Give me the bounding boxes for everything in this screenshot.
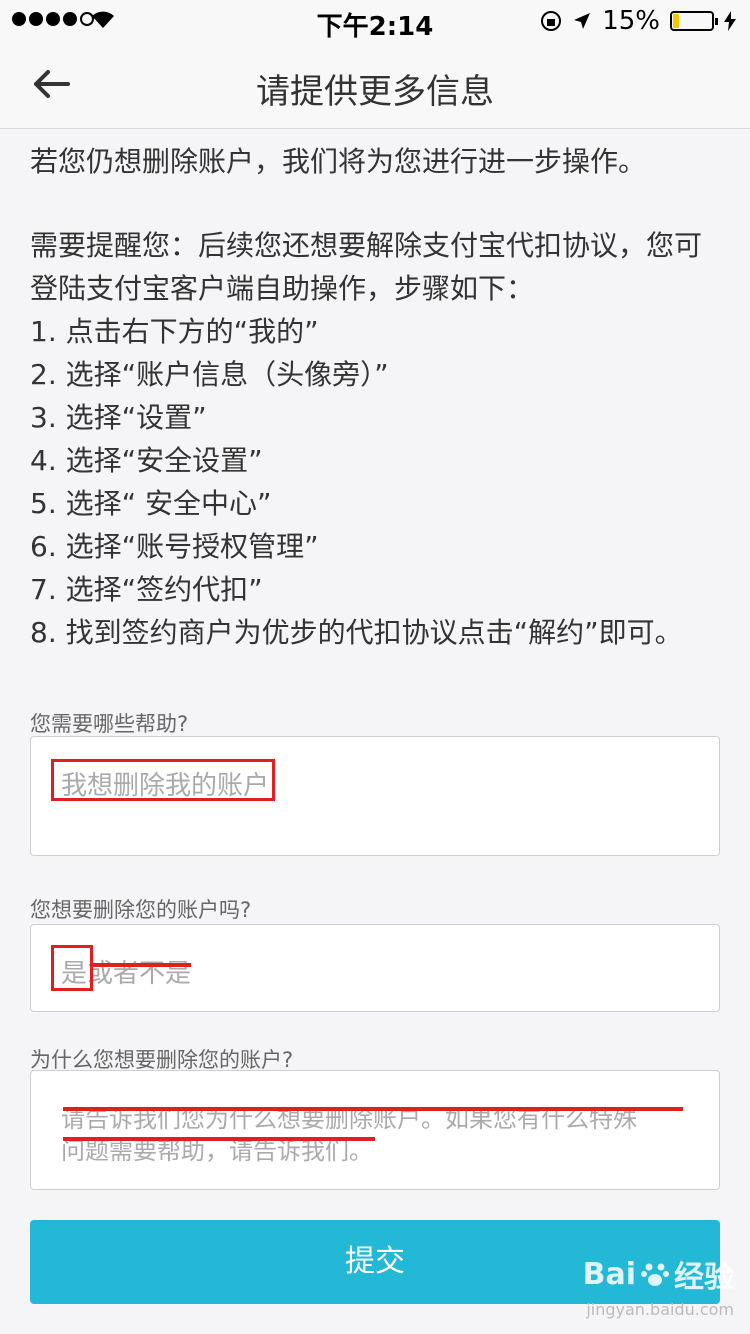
step-item: 2. 选择“账户信息（头像旁）” — [30, 358, 389, 391]
step-item: 8. 找到签约商户为优步的代扣协议点击“解约”即可。 — [30, 616, 683, 649]
reminder-line-2: 登陆支付宝客户端自助操作，步骤如下： — [30, 272, 535, 305]
baidu-jingyan-watermark: Bai 经验 — [583, 1252, 734, 1296]
status-bar: 下午2:14 15% — [0, 0, 750, 42]
help-input[interactable]: 我想删除我的账户 — [30, 736, 720, 856]
annotation-strike-line — [63, 1107, 683, 1111]
annotation-highlight-box — [51, 945, 93, 991]
step-item: 3. 选择“设置” — [30, 401, 207, 434]
page-title: 请提供更多信息 — [256, 72, 494, 112]
step-item: 7. 选择“签约代扣” — [30, 573, 263, 606]
intro-text: 若您仍想删除账户，我们将为您进行进一步操作。 — [30, 145, 647, 178]
step-item: 5. 选择“ 安全中心” — [30, 487, 272, 520]
delete-label: 您想要删除您的账户吗? — [30, 898, 252, 922]
delete-select[interactable]: 是或者不是 — [30, 924, 720, 1012]
step-item: 1. 点击右下方的“我的” — [30, 315, 319, 348]
step-item: 6. 选择“账号授权管理” — [30, 530, 319, 563]
watermark-brand: Bai — [582, 1256, 636, 1292]
annotation-highlight-box — [51, 759, 275, 801]
watermark-brand-cn: 经验 — [674, 1260, 734, 1295]
annotation-strike-line — [91, 963, 191, 967]
step-item: 4. 选择“安全设置” — [30, 444, 263, 477]
help-label: 您需要哪些帮助? — [30, 712, 189, 736]
reason-textarea[interactable]: 请告诉我们您为什么想要删除账户。如果您有什么特殊 问题需要帮助，请告诉我们。 — [30, 1070, 720, 1190]
nav-bar: 请提供更多信息 — [0, 40, 750, 129]
battery-icon — [670, 11, 718, 31]
reason-placeholder-line-1: 请告诉我们您为什么想要删除账户。如果您有什么特殊 — [61, 1105, 637, 1133]
watermark-url: jingyan.baidu.com — [586, 1300, 734, 1319]
charging-icon — [724, 11, 736, 31]
paw-icon — [641, 1263, 669, 1286]
reminder-line-1: 需要提醒您：后续您还想要解除支付宝代扣协议，您可 — [30, 229, 703, 262]
info-text: 若您仍想删除账户，我们将为您进行进一步操作。 需要提醒您：后续您还想要解除支付宝… — [30, 140, 720, 654]
rotation-lock-icon — [541, 11, 562, 31]
battery-percent: 15% — [602, 6, 660, 36]
annotation-strike-line — [63, 1137, 375, 1141]
location-icon — [574, 13, 591, 29]
